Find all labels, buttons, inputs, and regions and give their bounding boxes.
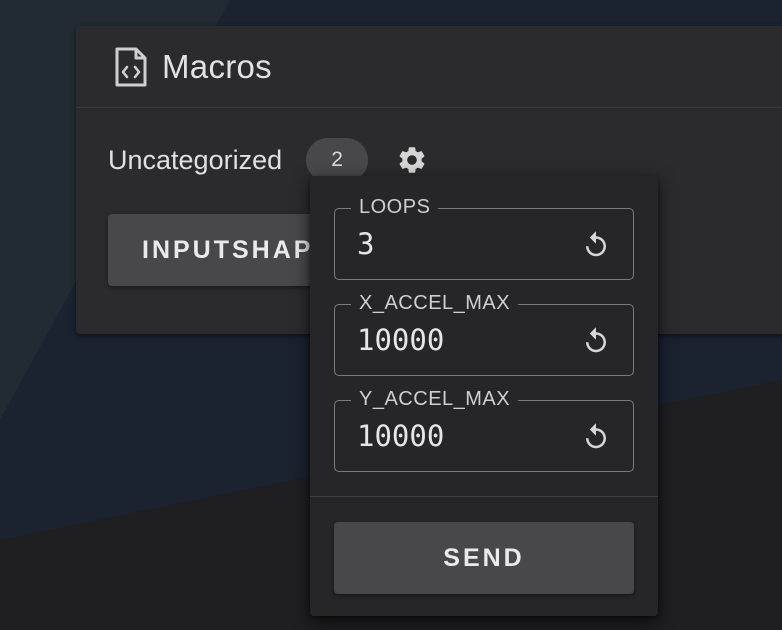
x-accel-max-field[interactable]: X_ACCEL_MAX 10000 bbox=[334, 292, 634, 376]
send-button[interactable]: SEND bbox=[334, 522, 634, 594]
reset-icon[interactable] bbox=[581, 326, 611, 356]
card-header: Macros bbox=[76, 26, 782, 108]
y-accel-max-label: Y_ACCEL_MAX bbox=[351, 388, 519, 411]
x-accel-max-value[interactable]: 10000 bbox=[357, 323, 444, 357]
loops-label: LOOPS bbox=[351, 196, 439, 219]
y-accel-max-field[interactable]: Y_ACCEL_MAX 10000 bbox=[334, 388, 634, 472]
loops-value[interactable]: 3 bbox=[357, 227, 374, 261]
card-title: Macros bbox=[162, 47, 272, 85]
x-accel-max-label: X_ACCEL_MAX bbox=[351, 292, 519, 315]
gear-icon[interactable] bbox=[396, 144, 428, 176]
y-accel-max-value[interactable]: 10000 bbox=[357, 419, 444, 453]
file-code-icon bbox=[114, 47, 148, 87]
popup-divider bbox=[310, 496, 658, 497]
loops-field[interactable]: LOOPS 3 bbox=[334, 196, 634, 280]
reset-icon[interactable] bbox=[581, 422, 611, 452]
category-label: Uncategorized bbox=[108, 144, 283, 175]
macro-params-popup: LOOPS 3 X_ACCEL_MAX 10000 Y_ACCEL_MAX 10… bbox=[310, 176, 658, 616]
reset-icon[interactable] bbox=[581, 230, 611, 260]
